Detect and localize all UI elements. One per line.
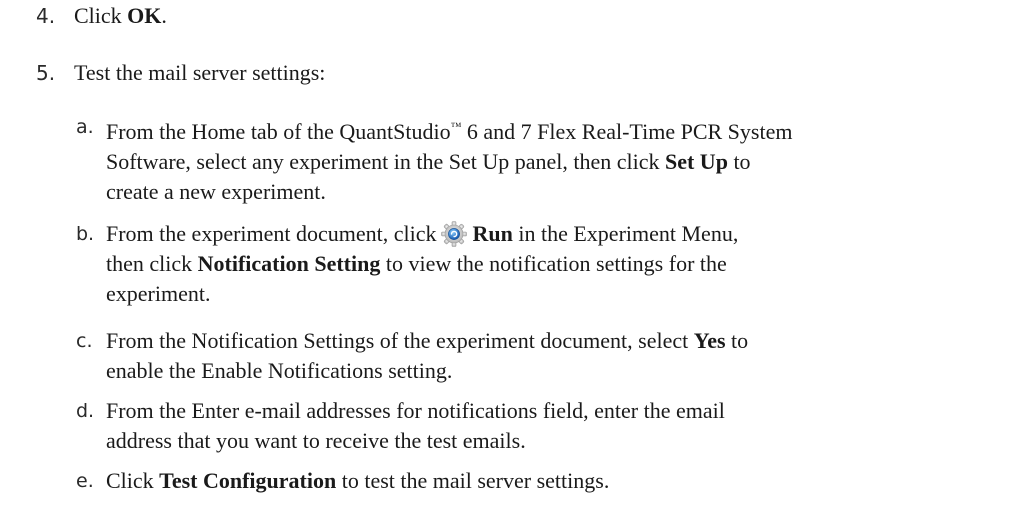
substep-body: Click Test Configuration to test the mai…: [106, 466, 976, 496]
run-gear-icon: [440, 221, 467, 247]
step-text-pre: Click: [74, 3, 128, 28]
substep-body: From the experiment document, click Run …: [106, 219, 976, 309]
set-up-label: Set Up: [664, 149, 728, 174]
substep-line: then click Notification Setting to view …: [106, 249, 976, 279]
step-text: Click OK.: [74, 1, 167, 31]
substep-letter: c.: [76, 330, 93, 352]
text-segment: 6 and 7 Flex Real-Time PCR System: [461, 119, 793, 144]
text-segment: in the Experiment Menu,: [512, 221, 739, 246]
text-segment: then click: [106, 251, 198, 276]
text-segment: to view the notification settings for th…: [380, 251, 727, 276]
ok-label: OK: [127, 3, 162, 28]
substep-line: From the Home tab of the QuantStudio™ 6 …: [106, 112, 976, 147]
text-segment: Software, select any experiment in the S…: [106, 149, 665, 174]
run-label: Run: [472, 221, 513, 246]
trademark-symbol: ™: [450, 121, 462, 133]
notification-setting-label: Notification Setting: [197, 251, 381, 276]
substep-line: address that you want to receive the tes…: [106, 428, 526, 453]
substep-letter: a.: [76, 116, 94, 138]
substep-line: From the Enter e-mail addresses for noti…: [106, 398, 725, 423]
text-segment: From the experiment document, click: [106, 221, 437, 246]
text-segment: From the Home tab of the QuantStudio: [106, 119, 451, 144]
text-segment: to: [727, 149, 751, 174]
step-number: 5.: [36, 61, 56, 85]
text-segment: to test the mail server settings.: [336, 468, 610, 493]
step-text-post: .: [161, 3, 167, 28]
text-segment: Click: [106, 468, 160, 493]
substep-line: create a new experiment.: [106, 179, 326, 204]
substep-letter: d.: [76, 400, 95, 422]
substep-line: From the experiment document, click Run …: [106, 219, 976, 249]
step-text: Test the mail server settings:: [74, 60, 326, 85]
document-page: 4. Click OK. 5. Test the mail server set…: [0, 0, 1010, 508]
text-segment: From the Notification Settings of the ex…: [106, 328, 694, 353]
substep-line: enable the Enable Notifications setting.: [106, 358, 453, 383]
step-number: 4.: [36, 4, 56, 28]
substep-letter: e.: [76, 470, 94, 492]
substep-line: From the Notification Settings of the ex…: [106, 326, 976, 356]
substep-line: Software, select any experiment in the S…: [106, 147, 976, 177]
substep-line: Click Test Configuration to test the mai…: [106, 466, 976, 496]
test-configuration-label: Test Configuration: [159, 468, 337, 493]
text-segment: to: [725, 328, 749, 353]
yes-label: Yes: [693, 328, 726, 353]
substep-body: From the Enter e-mail addresses for noti…: [106, 396, 976, 456]
substep-letter: b.: [76, 223, 95, 245]
substep-body: From the Notification Settings of the ex…: [106, 326, 976, 386]
substep-body: From the Home tab of the QuantStudio™ 6 …: [106, 112, 976, 207]
substep-line: experiment.: [106, 281, 211, 306]
